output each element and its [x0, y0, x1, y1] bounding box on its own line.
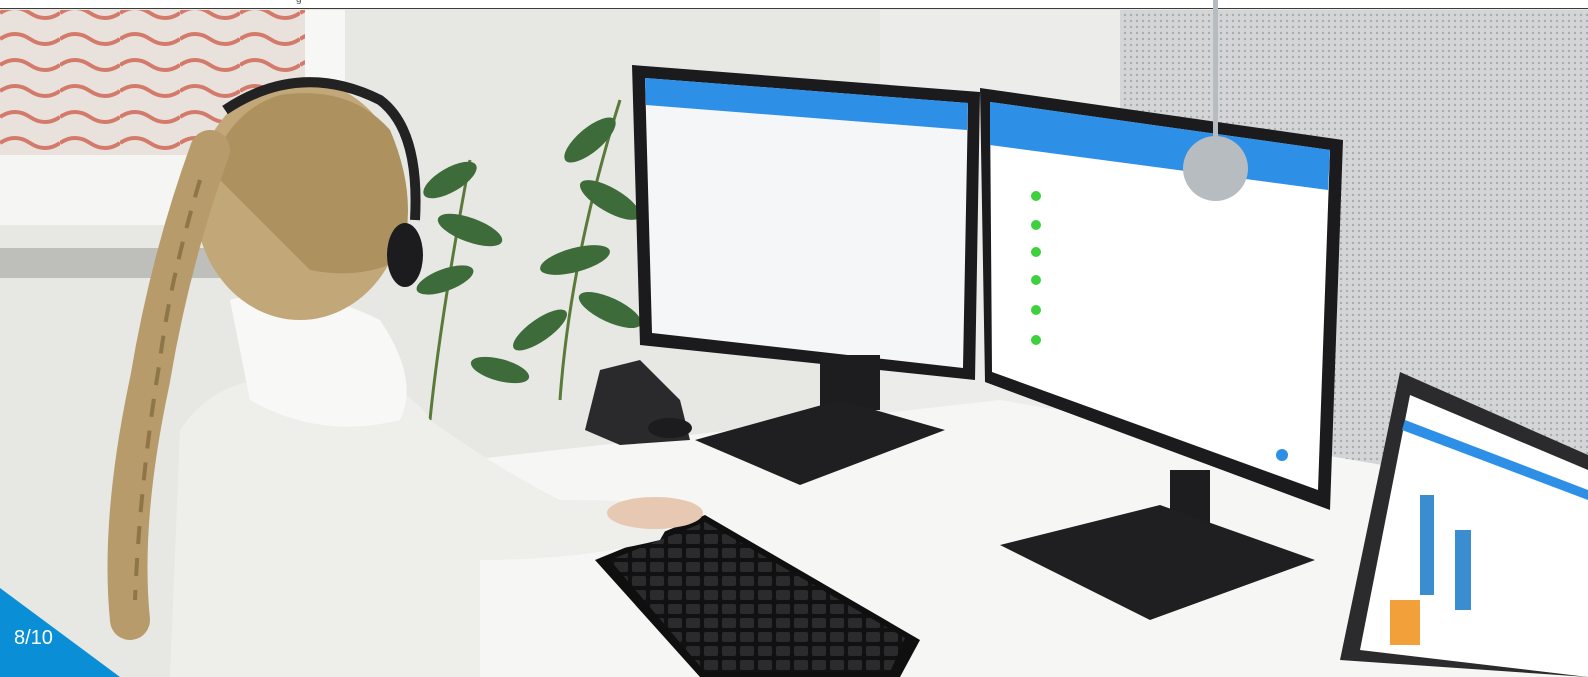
headset-earcup — [387, 223, 423, 287]
top-header-strip: g — [0, 0, 1588, 9]
office-photo — [0, 0, 1588, 677]
header-fragment: g — [296, 0, 302, 5]
page-counter: 8/10 — [14, 627, 53, 649]
hotspot-marker-icon[interactable] — [1183, 136, 1248, 201]
hotspot-marker-line — [1213, 0, 1218, 146]
